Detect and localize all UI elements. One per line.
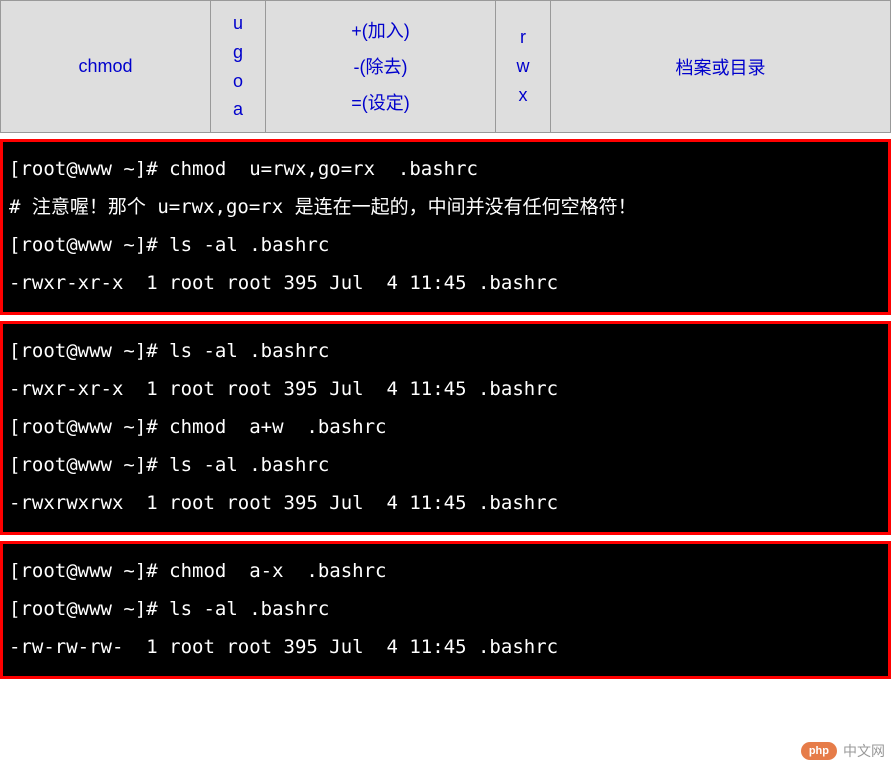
terminal-line: [root@www ~]# ls -al .bashrc bbox=[9, 332, 882, 370]
cell-scope: u g o a bbox=[211, 1, 266, 133]
terminal-examples: [root@www ~]# chmod u=rwx,go=rx .bashrc … bbox=[0, 139, 891, 679]
terminal-line: -rw-rw-rw- 1 root root 395 Jul 4 11:45 .… bbox=[9, 628, 882, 666]
op-minus: -(除去) bbox=[270, 49, 491, 85]
mode-w: w bbox=[500, 52, 546, 81]
terminal-line: [root@www ~]# chmod u=rwx,go=rx .bashrc bbox=[9, 150, 882, 188]
op-plus: +(加入) bbox=[270, 13, 491, 49]
cell-target: 档案或目录 bbox=[551, 1, 891, 133]
terminal-line: [root@www ~]# ls -al .bashrc bbox=[9, 590, 882, 628]
terminal-line: [root@www ~]# ls -al .bashrc bbox=[9, 446, 882, 484]
chmod-reference-table: chmod u g o a +(加入) -(除去) =(设定) r w x 档案… bbox=[0, 0, 891, 133]
cell-mode: r w x bbox=[496, 1, 551, 133]
cell-command: chmod bbox=[1, 1, 211, 133]
terminal-line: [root@www ~]# chmod a+w .bashrc bbox=[9, 408, 882, 446]
terminal-line: -rwxrwxrwx 1 root root 395 Jul 4 11:45 .… bbox=[9, 484, 882, 522]
watermark-text: 中文网 bbox=[843, 741, 885, 761]
terminal-line: [root@www ~]# chmod a-x .bashrc bbox=[9, 552, 882, 590]
terminal-block-2: [root@www ~]# ls -al .bashrc -rwxr-xr-x … bbox=[0, 321, 891, 535]
terminal-line: -rwxr-xr-x 1 root root 395 Jul 4 11:45 .… bbox=[9, 264, 882, 302]
scope-g: g bbox=[215, 38, 261, 67]
watermark: php 中文网 bbox=[801, 741, 885, 761]
mode-r: r bbox=[500, 23, 546, 52]
terminal-line: # 注意喔！那个 u=rwx,go=rx 是连在一起的，中间并没有任何空格符！ bbox=[9, 188, 882, 226]
cell-operator: +(加入) -(除去) =(设定) bbox=[266, 1, 496, 133]
scope-a: a bbox=[215, 95, 261, 124]
terminal-line: -rwxr-xr-x 1 root root 395 Jul 4 11:45 .… bbox=[9, 370, 882, 408]
terminal-line: [root@www ~]# ls -al .bashrc bbox=[9, 226, 882, 264]
scope-u: u bbox=[215, 9, 261, 38]
scope-o: o bbox=[215, 67, 261, 96]
mode-x: x bbox=[500, 81, 546, 110]
op-equal: =(设定) bbox=[270, 85, 491, 121]
watermark-logo: php bbox=[801, 742, 837, 760]
terminal-block-1: [root@www ~]# chmod u=rwx,go=rx .bashrc … bbox=[0, 139, 891, 315]
terminal-block-3: [root@www ~]# chmod a-x .bashrc [root@ww… bbox=[0, 541, 891, 679]
